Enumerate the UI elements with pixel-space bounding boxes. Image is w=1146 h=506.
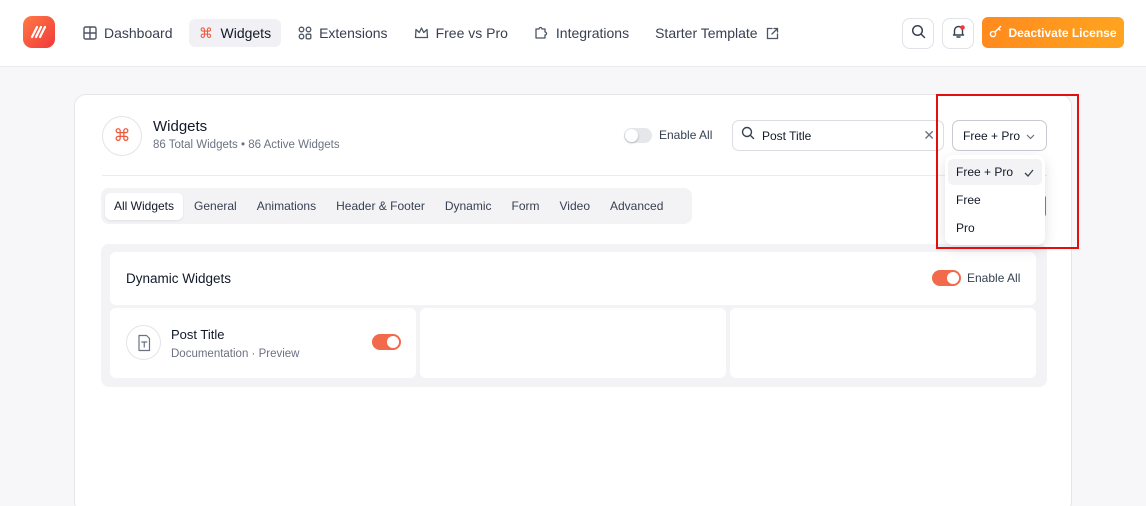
dropdown-option-free[interactable]: Free xyxy=(948,187,1042,213)
widgets-panel: ⌘ Widgets 86 Total Widgets • 86 Active W… xyxy=(74,94,1072,506)
checkmark-icon xyxy=(1024,166,1034,180)
enable-all-toggle[interactable] xyxy=(624,128,652,143)
deactivate-label: Deactivate License xyxy=(1008,25,1117,40)
nav-label: Dashboard xyxy=(104,25,173,41)
widget-search-field[interactable]: ✕ xyxy=(732,120,944,151)
header-divider xyxy=(102,175,1047,176)
tab-video[interactable]: Video xyxy=(551,193,599,220)
logo-icon[interactable] xyxy=(23,16,55,48)
tab-general[interactable]: General xyxy=(185,193,246,220)
clear-search-icon[interactable]: ✕ xyxy=(923,127,935,144)
top-bar: Dashboard ⌘ Widgets Extensions Free vs P… xyxy=(0,0,1146,67)
main-nav: Dashboard ⌘ Widgets Extensions Free vs P… xyxy=(72,19,790,47)
filter-value: Free + Pro xyxy=(963,128,1021,143)
widget-title: Post Title xyxy=(171,327,225,342)
search-input[interactable] xyxy=(762,128,912,143)
tab-header-footer[interactable]: Header & Footer xyxy=(327,193,434,220)
tab-animations[interactable]: Animations xyxy=(248,193,325,220)
tab-dynamic[interactable]: Dynamic xyxy=(436,193,501,220)
crown-icon xyxy=(414,26,429,41)
widget-toggle[interactable] xyxy=(372,334,401,350)
tab-all-widgets[interactable]: All Widgets xyxy=(105,192,184,220)
nav-label: Extensions xyxy=(319,25,388,41)
nav-item-starter-template[interactable]: Starter Template xyxy=(645,19,789,47)
license-filter-dropdown: Free + Pro Free Pro xyxy=(945,155,1045,245)
dropdown-option-pro[interactable]: Pro xyxy=(948,215,1042,241)
deactivate-license-button[interactable]: Deactivate License xyxy=(982,17,1124,48)
dynamic-widgets-section: Dynamic Widgets Enable All Post Title Do… xyxy=(101,244,1047,387)
nav-item-integrations[interactable]: Integrations xyxy=(524,19,639,47)
section-enable-all-toggle[interactable] xyxy=(932,270,961,286)
tab-form[interactable]: Form xyxy=(503,193,549,220)
nav-item-extensions[interactable]: Extensions xyxy=(287,19,397,47)
grid-icon xyxy=(82,26,97,41)
empty-widget-card xyxy=(420,308,726,378)
option-label: Free + Pro xyxy=(956,165,1014,179)
search-icon xyxy=(911,24,926,44)
post-title-icon xyxy=(126,325,161,360)
nav-label: Widgets xyxy=(220,25,272,41)
empty-widget-card xyxy=(730,308,1036,378)
widget-card: Post Title Documentation · Preview xyxy=(110,308,416,378)
section-enable-all-label: Enable All xyxy=(967,271,1021,285)
category-tabs: All Widgets General Animations Header & … xyxy=(101,188,692,224)
command-icon: ⌘ xyxy=(102,116,142,156)
nav-label: Starter Template xyxy=(655,25,758,41)
nav-item-free-vs-pro[interactable]: Free vs Pro xyxy=(404,19,518,47)
license-filter-select[interactable]: Free + Pro xyxy=(952,120,1047,151)
external-link-icon xyxy=(765,26,780,41)
section-header: Dynamic Widgets Enable All xyxy=(110,252,1036,305)
nav-item-widgets[interactable]: ⌘ Widgets xyxy=(188,19,282,47)
search-icon xyxy=(741,126,755,145)
widget-links[interactable]: Documentation · Preview xyxy=(171,348,299,360)
puzzle-icon xyxy=(534,26,549,41)
command-icon: ⌘ xyxy=(199,24,213,41)
enable-all-label: Enable All xyxy=(659,128,713,142)
nav-item-dashboard[interactable]: Dashboard xyxy=(72,19,183,47)
key-icon xyxy=(989,25,1002,41)
notification-button[interactable] xyxy=(942,18,974,49)
nav-label: Free vs Pro xyxy=(435,25,508,41)
chevron-down-icon xyxy=(1026,129,1035,143)
dropdown-option-free-pro[interactable]: Free + Pro xyxy=(948,159,1042,185)
bell-icon xyxy=(951,24,966,44)
page-title: Widgets xyxy=(153,118,208,135)
search-button[interactable] xyxy=(902,18,934,49)
tab-advanced[interactable]: Advanced xyxy=(601,193,672,220)
nav-label: Integrations xyxy=(555,25,630,41)
section-title: Dynamic Widgets xyxy=(126,271,232,286)
widget-count: 86 Total Widgets • 86 Active Widgets xyxy=(153,139,340,151)
extensions-icon xyxy=(297,26,312,41)
